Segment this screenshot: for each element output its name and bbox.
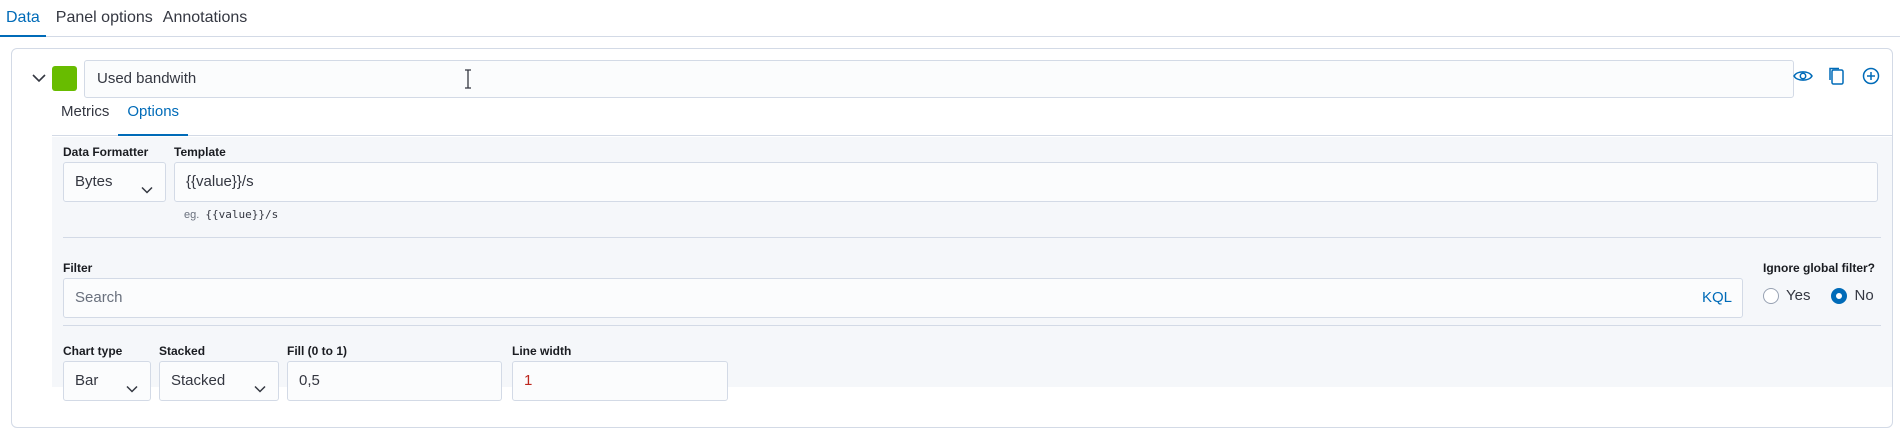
series-color-swatch[interactable] (52, 66, 77, 91)
radio-no[interactable] (1831, 287, 1848, 304)
series-subtabs: Metrics Options (52, 94, 1892, 136)
stacked-value: Stacked (171, 372, 226, 389)
ignore-global-filter-radios: Yes No (1763, 287, 1888, 304)
filter-label: Filter (63, 261, 93, 275)
tab-metrics[interactable]: Metrics (52, 94, 118, 136)
chart-type-value: Bar (75, 372, 99, 389)
chevron-down-icon (252, 374, 268, 393)
chevron-down-icon (139, 175, 155, 194)
eye-icon[interactable] (1792, 65, 1814, 87)
chart-type-label: Chart type (63, 344, 123, 358)
chevron-down-icon[interactable] (28, 67, 50, 89)
template-hint: eg. {{value}}/s (184, 208, 278, 221)
stacked-select[interactable]: Stacked (159, 361, 279, 401)
chart-type-select[interactable]: Bar (63, 361, 151, 401)
text-cursor-icon (463, 68, 473, 90)
series-options: Data Formatter Bytes Template {{value}}/… (52, 137, 1892, 401)
tab-options[interactable]: Options (118, 94, 189, 136)
radio-no-label: No (1854, 287, 1874, 304)
series-panel: Used bandwith Metrics Options Data Forma… (11, 48, 1893, 428)
plus-circle-icon[interactable] (1860, 65, 1882, 87)
kql-toggle-button[interactable]: KQL (1702, 279, 1732, 317)
fill-input[interactable]: 0,5 (287, 361, 502, 401)
divider (63, 237, 1881, 238)
line-width-input[interactable]: 1 (512, 361, 728, 401)
radio-yes[interactable] (1763, 287, 1779, 304)
tab-annotations[interactable]: Annotations (163, 0, 248, 37)
editor-tabs: Data Panel options Annotations (0, 0, 1900, 37)
divider (63, 325, 1881, 326)
template-hint-prefix: eg. (184, 209, 200, 221)
ignore-global-filter-label: Ignore global filter? (1763, 261, 1876, 275)
template-input[interactable]: {{value}}/s (174, 162, 1878, 202)
tab-panel-options[interactable]: Panel options (56, 0, 153, 37)
template-label: Template (174, 145, 226, 159)
radio-yes-label: Yes (1786, 287, 1811, 304)
template-hint-example: {{value}}/s (205, 208, 279, 221)
copy-icon[interactable] (1826, 65, 1848, 87)
fill-label: Fill (0 to 1) (287, 344, 347, 358)
series-actions (1792, 65, 1882, 87)
filter-search-input[interactable]: Search KQL (63, 278, 1743, 318)
line-width-label: Line width (512, 344, 572, 358)
data-formatter-select[interactable]: Bytes (63, 162, 166, 202)
data-formatter-value: Bytes (75, 173, 113, 190)
series-label-input[interactable]: Used bandwith (84, 60, 1794, 98)
chevron-down-icon (124, 374, 140, 393)
filter-placeholder: Search (75, 289, 123, 306)
data-formatter-label: Data Formatter (63, 145, 149, 159)
tab-data[interactable]: Data (0, 0, 46, 37)
stacked-label: Stacked (159, 344, 206, 358)
